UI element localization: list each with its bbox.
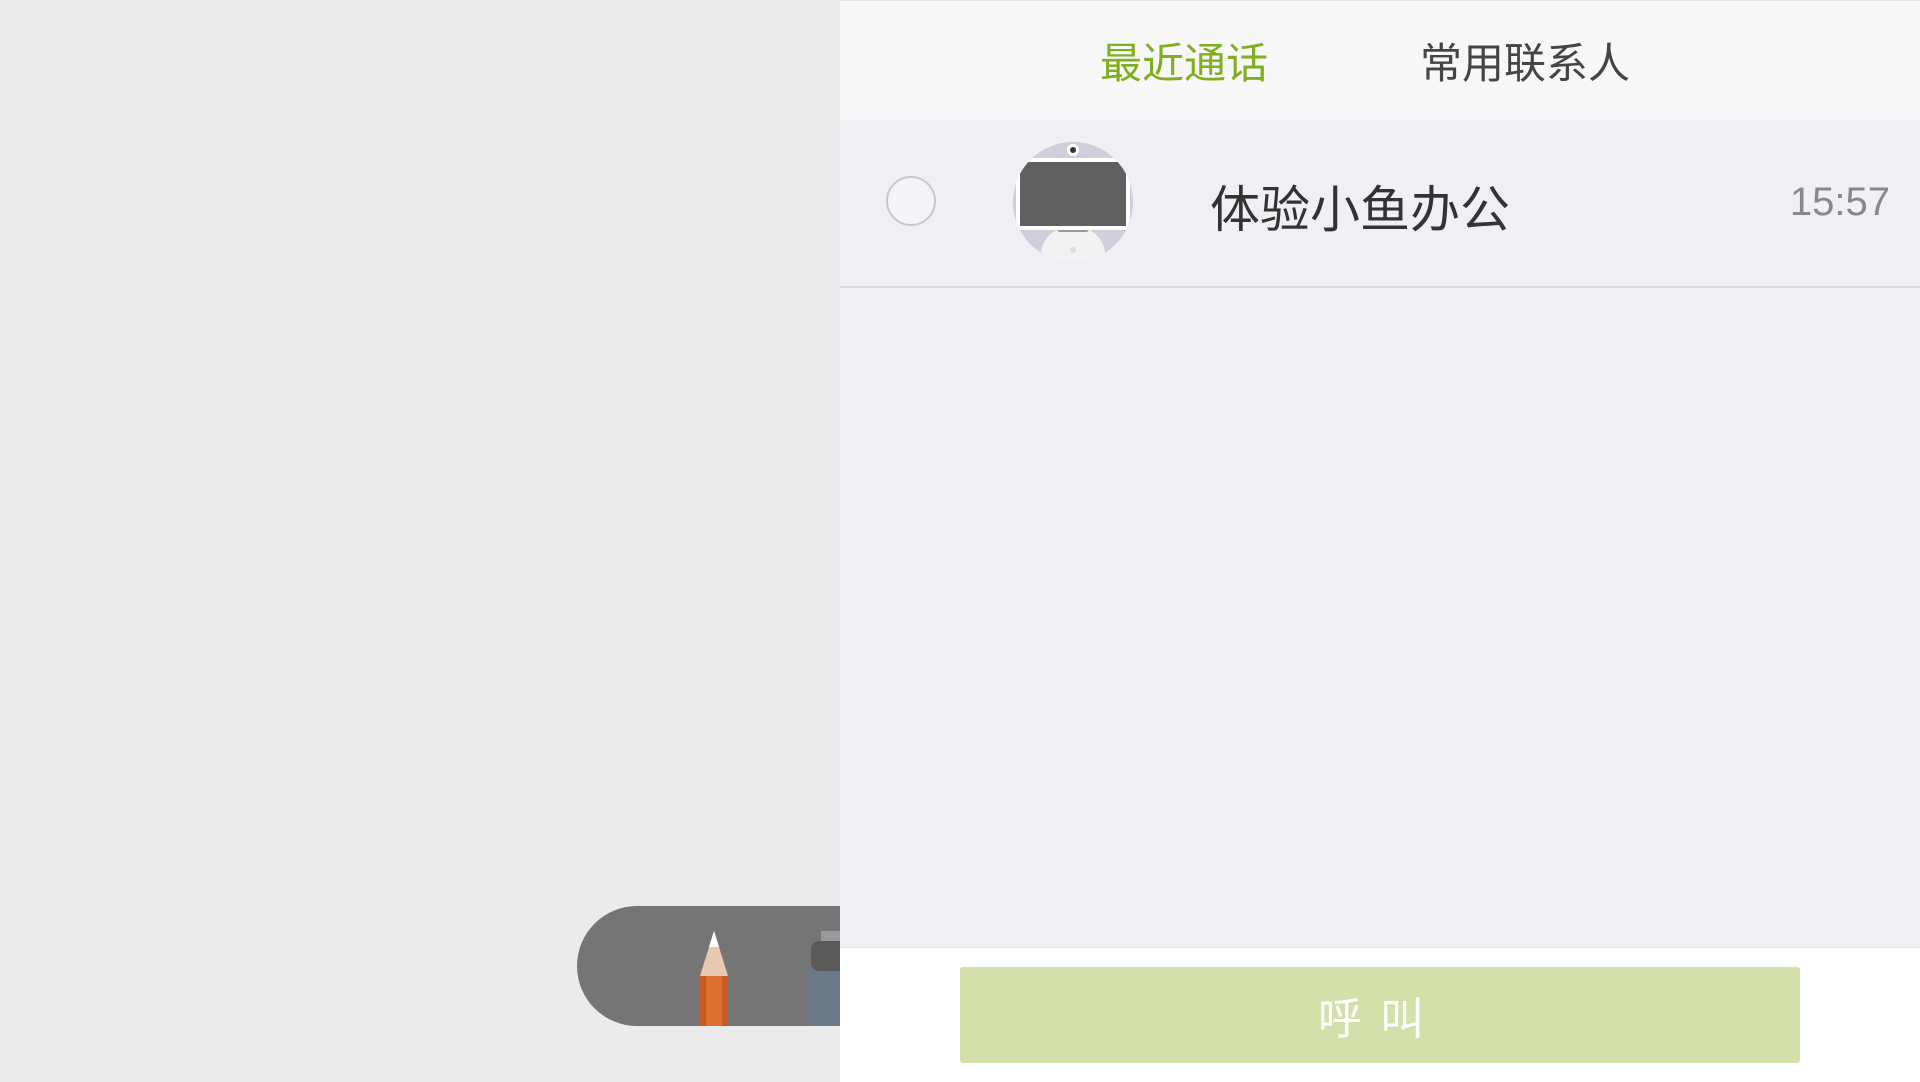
contact-name: 体验小鱼办公 [1210,181,1510,239]
call-button[interactable]: 呼叫 [960,967,1800,1063]
select-radio[interactable] [886,176,936,226]
tab-frequent-contacts[interactable]: 常用联系人 [1410,1,1920,120]
call-time: 15:57 [1789,180,1890,224]
recent-calls-list: 体验小鱼办公 15:57 [840,120,1920,288]
tab-recent-calls[interactable]: 最近通话 [840,1,1410,120]
robot-device-icon [1013,142,1133,262]
pencil-icon[interactable] [692,931,736,1026]
tab-bar: 最近通话 常用联系人 [840,1,1920,120]
list-item[interactable]: 体验小鱼办公 15:57 [840,120,1920,288]
call-panel: 最近通话 常用联系人 体验小鱼办公 15:57 呼叫 [840,0,1920,1082]
drawing-toolbar [577,906,877,1026]
bottom-bar: 呼叫 [840,947,1920,1082]
